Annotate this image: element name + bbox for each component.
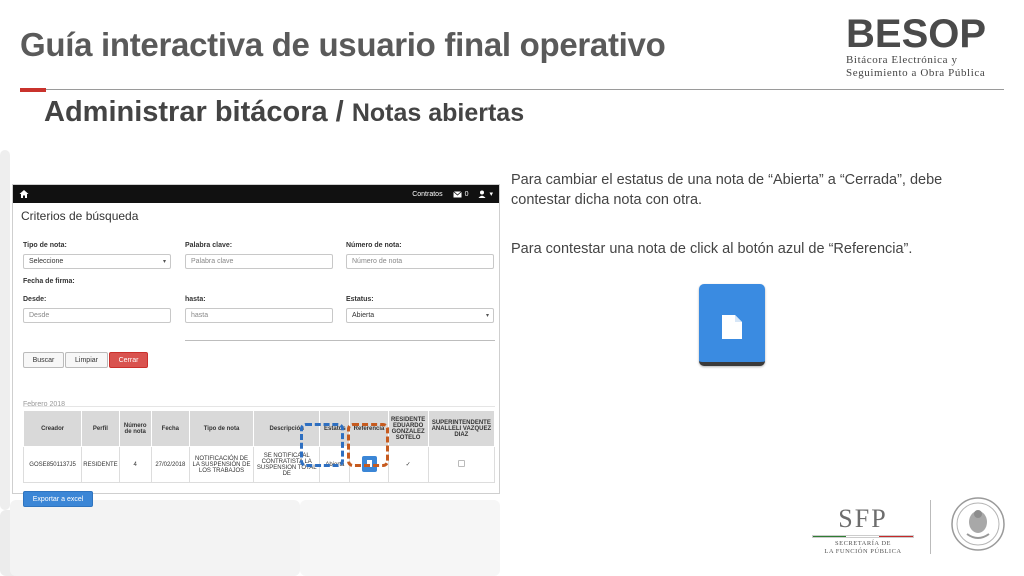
hasta-input[interactable]: hasta <box>185 308 333 323</box>
cell-perfil: RESIDENTE <box>81 446 120 483</box>
month-divider <box>23 406 495 407</box>
numero-label: Número de nota: <box>346 242 402 249</box>
table-row: GOSE8501137J5 RESIDENTE 4 27/02/2018 NOT… <box>22 446 496 483</box>
instruction-paragraph-2: Para contestar una nota de click al botó… <box>511 241 913 257</box>
referencia-button-large[interactable] <box>699 284 765 366</box>
sfp-line-2: LA FUNCIÓN PÚBLICA <box>824 548 902 555</box>
fecha-label: Fecha de firma: <box>23 278 75 285</box>
app-screenshot: Contratos 0 ▾ Criterios de búsqueda Tipo… <box>12 184 500 507</box>
checkbox-icon[interactable] <box>457 460 465 467</box>
header-fecha: Fecha <box>150 410 190 447</box>
hasta-label: hasta: <box>185 296 206 303</box>
exportar-button[interactable]: Exportar a excel <box>23 491 93 507</box>
criteria-title: Criterios de búsqueda <box>21 209 139 223</box>
cell-creador: GOSE8501137J5 <box>22 446 83 483</box>
cell-numero: 4 <box>118 446 152 483</box>
notes-table: Creador Perfil Número de nota Fecha Tipo… <box>22 410 496 483</box>
desde-label: Desde: <box>23 296 47 303</box>
cerrar-button[interactable]: Cerrar <box>109 352 148 368</box>
nav-messages[interactable]: 0 <box>452 190 469 198</box>
home-icon[interactable] <box>19 189 29 199</box>
subtitle-small: Notas abiertas <box>351 99 525 127</box>
logo-mark: BESOP <box>846 12 987 56</box>
header-creador: Creador <box>22 410 83 447</box>
sfp-flag-bar <box>812 535 914 538</box>
palabra-label: Palabra clave: <box>185 242 233 249</box>
sfp-line-1: SECRETARÍA DE <box>835 540 891 547</box>
search-panel: Criterios de búsqueda Tipo de nota: Sele… <box>13 203 499 507</box>
page-title: Guía interactiva de usuario final operat… <box>20 26 666 63</box>
header-numero: Número de nota <box>118 410 152 447</box>
tipo-select[interactable]: Seleccione ▾ <box>23 254 171 269</box>
chevron-down-icon: ▾ <box>489 191 493 198</box>
form-divider <box>185 340 495 341</box>
seal-icon <box>951 497 1005 551</box>
header-superintendente: SUPERINTENDENTE ANALLELI VAZQUEZ DIAZ <box>427 410 496 447</box>
section-subtitle: Administrar bitácora / Notas abiertas <box>44 96 524 129</box>
header-perfil: Perfil <box>81 410 120 447</box>
estatus-highlight <box>300 423 344 467</box>
table-header-row: Creador Perfil Número de nota Fecha Tipo… <box>22 410 496 447</box>
caret-icon: ▾ <box>162 259 166 265</box>
background-tile <box>10 500 300 576</box>
nav-user-menu[interactable]: ▾ <box>478 190 493 198</box>
background-tile <box>300 500 500 576</box>
referencia-highlight <box>347 423 389 467</box>
footer-divider <box>930 500 931 554</box>
nav-contracts-link[interactable]: Contratos <box>412 191 442 198</box>
estatus-value: Abierta <box>352 312 375 319</box>
logo-line-2: Seguimiento a Obra Pública <box>846 67 986 79</box>
header-tipo: Tipo de nota <box>188 410 255 447</box>
app-navbar: Contratos 0 ▾ <box>13 185 499 203</box>
estatus-select[interactable]: Abierta ▾ <box>346 308 494 323</box>
instruction-paragraph-1: Para cambiar el estatus de una nota de “… <box>511 172 943 208</box>
limpiar-button[interactable]: Limpiar <box>65 352 108 368</box>
caret-icon: ▾ <box>485 313 489 319</box>
palabra-input[interactable]: Palabra clave <box>185 254 333 269</box>
envelope-icon <box>452 190 462 197</box>
cell-tipo-link[interactable]: NOTIFICACIÓN DE LA SUSPENSIÓN DE LOS TRA… <box>188 446 255 483</box>
buscar-button[interactable]: Buscar <box>23 352 64 368</box>
estatus-label: Estatus: <box>346 296 374 303</box>
document-icon <box>722 315 742 339</box>
user-icon <box>478 190 486 198</box>
numero-input[interactable]: Número de nota <box>346 254 494 269</box>
desde-input[interactable]: Desde <box>23 308 171 323</box>
sfp-logo: SFP SECRETARÍA DE LA FUNCIÓN PÚBLICA <box>808 505 918 556</box>
cell-fecha: 27/02/2018 <box>150 446 190 483</box>
besop-logo: BESOP Bitácora Electrónica y Seguimiento… <box>846 14 1006 80</box>
messages-count: 0 <box>464 190 469 198</box>
subtitle-main: Administrar bitácora / <box>44 96 352 128</box>
tipo-label: Tipo de nota: <box>23 242 67 249</box>
cell-superintendente <box>427 446 496 483</box>
tipo-value: Seleccione <box>29 258 64 265</box>
header-residente: RESIDENTE EDUARDO GONZALEZ SOTELO <box>387 410 429 447</box>
header-divider <box>46 89 1004 90</box>
background-tile <box>0 150 10 510</box>
title-accent-bar <box>20 88 46 92</box>
sfp-mark: SFP <box>838 504 888 533</box>
cell-residente: ✓ <box>387 446 429 483</box>
